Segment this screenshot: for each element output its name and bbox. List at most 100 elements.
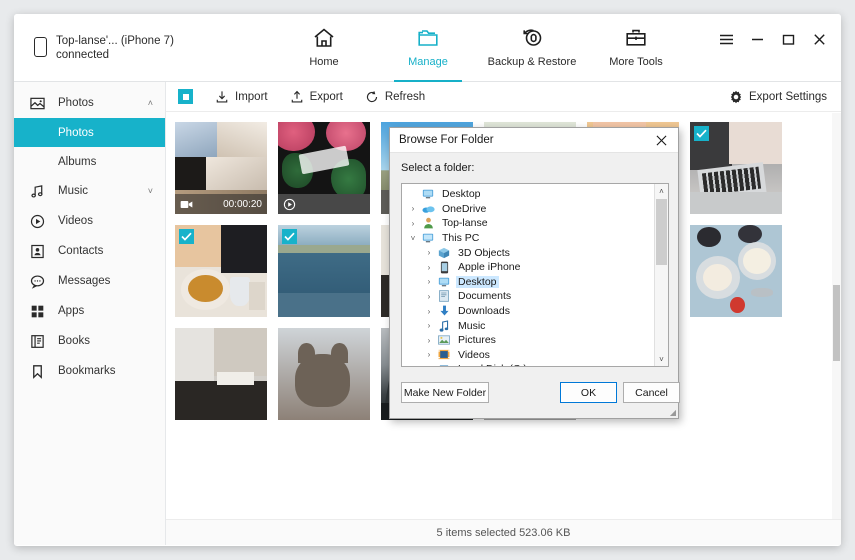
tree-item-label: Desktop	[456, 275, 499, 288]
photo-icon	[30, 96, 50, 111]
sidebar-item-apps-label: Apps	[58, 305, 85, 317]
make-new-folder-button[interactable]: Make New Folder	[401, 382, 489, 403]
tree-expander[interactable]: ›	[422, 292, 436, 301]
sidebar-item-music[interactable]: Music ˅	[14, 176, 165, 206]
photo-laptop-hands[interactable]	[690, 122, 782, 214]
sidebar-item-messages[interactable]: Messages	[14, 266, 165, 296]
tree-item-apple-iphone[interactable]: › Apple iPhone	[402, 260, 668, 275]
device-name: Top-lanse'... (iPhone 7)	[56, 35, 174, 47]
selection-checkbox[interactable]	[179, 229, 194, 244]
tree-item-music[interactable]: › Music	[402, 318, 668, 333]
main-scrollbar[interactable]	[832, 113, 841, 519]
export-settings-button[interactable]: Export Settings	[729, 90, 827, 104]
sidebar-subitem-albums[interactable]: Albums	[14, 147, 165, 176]
selection-checkbox[interactable]	[694, 126, 709, 141]
photo-breakfast-bowls[interactable]	[690, 225, 782, 317]
tab-home-label: Home	[309, 56, 339, 68]
tree-expander[interactable]: ›	[422, 365, 436, 366]
tree-item-label: Local Disk (C:)	[456, 363, 529, 366]
tab-manage[interactable]: Manage	[376, 14, 480, 82]
tab-manage-label: Manage	[408, 56, 448, 68]
tab-more-tools[interactable]: More Tools	[584, 14, 688, 82]
tree-item-3d-objects[interactable]: › 3D Objects	[402, 245, 668, 260]
scroll-up-icon[interactable]: ˄	[655, 184, 668, 198]
cancel-button[interactable]: Cancel	[623, 382, 680, 403]
sidebar-item-videos[interactable]: Videos	[14, 206, 165, 236]
tree-expander[interactable]: ›	[406, 204, 420, 213]
main-scrollbar-thumb[interactable]	[833, 285, 840, 361]
downloads-icon	[436, 305, 452, 317]
tree-item-top-lanse[interactable]: › Top-lanse	[402, 216, 668, 231]
sidebar-item-books[interactable]: Books	[14, 326, 165, 356]
tree-expander[interactable]: ›	[422, 321, 436, 330]
tree-item-desktop-selected[interactable]: › Desktop	[402, 275, 668, 290]
user-icon	[420, 217, 436, 229]
photo-cat[interactable]	[278, 328, 370, 420]
selection-checkbox[interactable]	[282, 229, 297, 244]
photo-gift-box[interactable]	[278, 122, 370, 214]
tree-item-pictures[interactable]: › Pictures	[402, 333, 668, 348]
ok-button[interactable]: OK	[560, 382, 617, 403]
tree-item-this-pc[interactable]: ˅ This PC	[402, 231, 668, 246]
tree-item-onedrive[interactable]: › OneDrive	[402, 202, 668, 217]
select-all-icon[interactable]	[178, 89, 193, 104]
sidebar-item-photos[interactable]: Photos ˄	[14, 88, 165, 118]
gear-icon	[730, 90, 742, 103]
tree-item-label: 3D Objects	[458, 246, 510, 259]
tree-expander[interactable]: ›	[422, 350, 436, 359]
sidebar-item-apps[interactable]: Apps	[14, 296, 165, 326]
browse-for-folder-dialog: Browse For Folder Select a folder: Deskt…	[389, 127, 680, 419]
tree-item-videos[interactable]: › Videos	[402, 348, 668, 363]
scroll-down-icon[interactable]: ˅	[655, 352, 668, 366]
tree-item-local-disk-c[interactable]: › Local Disk (C:)	[402, 362, 668, 366]
tree-scrollbar[interactable]: ˄ ˅	[654, 184, 668, 366]
tree-item-label: Top-lanse	[442, 217, 488, 230]
sidebar-item-bookmarks[interactable]: Bookmarks	[14, 356, 165, 386]
music-icon	[30, 184, 50, 199]
tree-expander[interactable]: ˅	[406, 234, 420, 243]
tab-backup-restore[interactable]: Backup & Restore	[480, 14, 584, 82]
close-button[interactable]	[812, 32, 827, 47]
tree-item-documents[interactable]: › Documents	[402, 289, 668, 304]
sidebar-item-contacts[interactable]: Contacts	[14, 236, 165, 266]
photo-interior[interactable]	[175, 328, 267, 420]
tree-scrollbar-thumb[interactable]	[656, 199, 667, 265]
maximize-button[interactable]	[781, 32, 796, 47]
connected-device-indicator: Top-lanse'... (iPhone 7) connected	[34, 34, 174, 62]
sidebar-subitem-photos[interactable]: Photos	[14, 118, 165, 147]
tree-item-desktop-root[interactable]: Desktop	[402, 187, 668, 202]
status-bar: 5 items selected 523.06 KB	[166, 519, 841, 545]
tree-expander[interactable]: ›	[422, 336, 436, 345]
tree-item-label: OneDrive	[442, 202, 487, 215]
menu-button[interactable]	[719, 32, 734, 47]
tree-expander[interactable]: ›	[422, 248, 436, 257]
photo-collage[interactable]: 00:00:20	[175, 122, 267, 214]
folder-icon	[416, 25, 440, 51]
messages-icon	[30, 274, 50, 289]
device-status: connected	[56, 49, 110, 61]
photo-food-table[interactable]	[175, 225, 267, 317]
3dobjects-icon	[436, 247, 452, 259]
export-button[interactable]: Export	[290, 90, 343, 104]
photo-coastline[interactable]	[278, 225, 370, 317]
tree-item-label: Videos	[458, 348, 490, 361]
refresh-label: Refresh	[384, 90, 426, 103]
refresh-button[interactable]: Refresh	[365, 90, 425, 104]
play-icon	[283, 198, 296, 210]
sidebar: Photos ˄ Photos Albums Music ˅ Videos Co…	[14, 82, 166, 545]
tree-expander[interactable]: ›	[406, 219, 420, 228]
thumbnail-image	[175, 328, 267, 420]
resize-grip-icon[interactable]: ◢	[670, 408, 676, 417]
tree-expander[interactable]: ›	[422, 263, 436, 272]
tree-item-downloads[interactable]: › Downloads	[402, 304, 668, 319]
tree-expander[interactable]: ›	[422, 307, 436, 316]
tab-home[interactable]: Home	[272, 14, 376, 82]
import-button[interactable]: Import	[215, 90, 268, 104]
title-bar: Top-lanse'... (iPhone 7) connected Home	[14, 14, 841, 82]
tree-expander[interactable]: ›	[422, 277, 436, 286]
minimize-button[interactable]	[750, 32, 765, 47]
tree-item-label: Downloads	[458, 305, 510, 318]
music-folder-icon	[436, 319, 452, 332]
sidebar-item-contacts-label: Contacts	[58, 245, 104, 257]
close-icon[interactable]	[648, 129, 674, 152]
